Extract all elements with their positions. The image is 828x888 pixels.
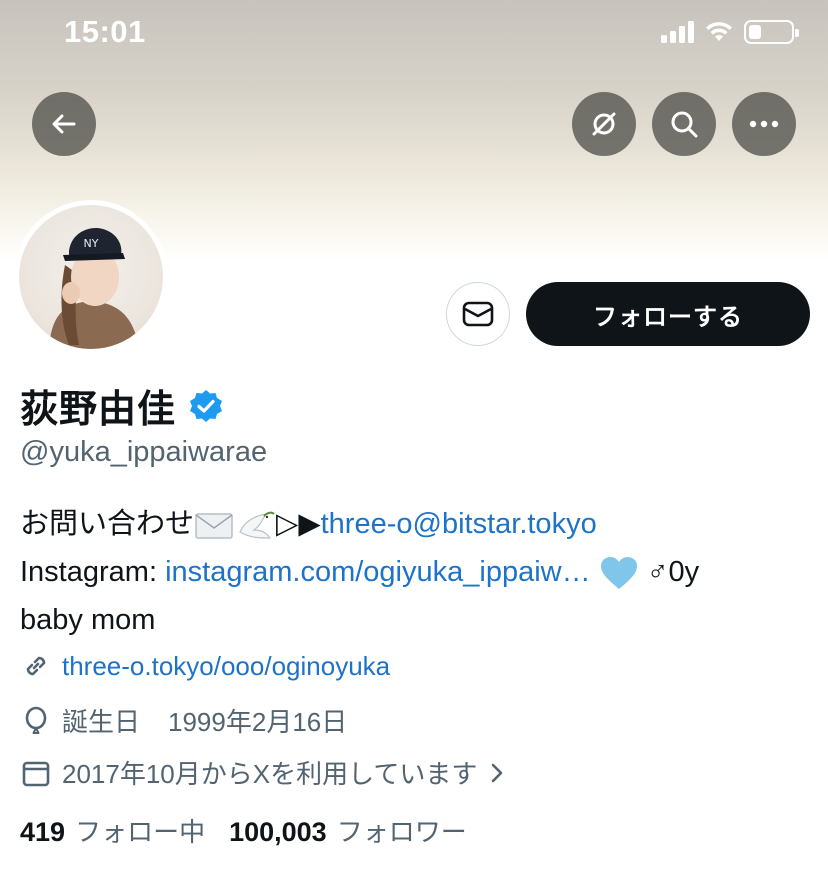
back-button[interactable] [32, 92, 96, 156]
search-icon [671, 111, 698, 138]
followers-count[interactable]: 100,003 [229, 817, 327, 848]
follow-stats: 419 フォロー中 100,003 フォロワー [20, 812, 481, 849]
search-button[interactable] [652, 92, 716, 156]
bio-text: お問い合わせ [20, 508, 195, 540]
instagram-link[interactable]: instagram.com/ogiyuka_ippaiw… [165, 556, 591, 588]
wifi-icon [706, 22, 732, 41]
bio-gender-age: ♂0y [638, 556, 700, 588]
more-icon [749, 120, 779, 128]
handle: @yuka_ippaiwarae [20, 436, 268, 468]
website-row: three-o.tokyo/ooo/oginoyuka [20, 650, 390, 682]
follow-button[interactable]: フォローする [526, 282, 810, 346]
joined-row[interactable]: 2017年10月からXを利用しています [20, 754, 507, 791]
grok-icon [592, 112, 616, 136]
name-row: 荻野由佳 [20, 378, 224, 433]
avatar-image: NY [19, 205, 163, 349]
grok-button[interactable] [572, 92, 636, 156]
birthday-value: 1999年2月16日 [168, 707, 348, 737]
bio-line-3: baby mom [20, 604, 156, 636]
followers-label[interactable]: フォロワー [337, 812, 467, 849]
message-button[interactable] [446, 282, 510, 346]
balloon-icon [25, 706, 47, 734]
bio-arrows: ▷▶ [276, 508, 321, 540]
website-link[interactable]: three-o.tokyo/ooo/oginoyuka [62, 651, 390, 682]
envelope-emoji-icon [195, 513, 233, 540]
arrow-left-icon [52, 114, 76, 134]
more-button[interactable] [732, 92, 796, 156]
joined-text: 2017年10月からXを利用しています [62, 759, 478, 789]
signal-icon [661, 21, 694, 43]
status-time: 15:01 [64, 14, 146, 49]
link-icon [26, 656, 46, 676]
dove-emoji-icon [239, 512, 275, 539]
birthday-label: 誕生日 [62, 707, 141, 737]
envelope-icon [462, 301, 494, 327]
following-count[interactable]: 419 [20, 817, 65, 848]
bio-line-1: お問い合わせ ▷▶three-o@bitstar.tokyo [20, 500, 820, 548]
email-link[interactable]: three-o@bitstar.tokyo [321, 508, 597, 540]
bio-line-2: Instagram: instagram.com/ogiyuka_ippaiw…… [20, 548, 820, 596]
bio: お問い合わせ ▷▶three-o@bitstar.tokyo Instagram:… [20, 500, 820, 644]
instagram-label: Instagram: [20, 556, 166, 588]
following-label[interactable]: フォロー中 [75, 812, 205, 849]
avatar[interactable]: NY [14, 200, 168, 354]
status-icons [661, 20, 799, 44]
birthday-row: 誕生日 1999年2月16日 [20, 702, 347, 739]
calendar-icon [22, 761, 50, 786]
light-blue-heart-emoji-icon [600, 557, 637, 590]
svg-text:NY: NY [84, 237, 99, 250]
battery-icon [744, 20, 799, 44]
chevron-right-icon [492, 763, 503, 782]
verified-badge-icon[interactable] [188, 388, 224, 424]
display-name: 荻野由佳 [20, 389, 177, 431]
